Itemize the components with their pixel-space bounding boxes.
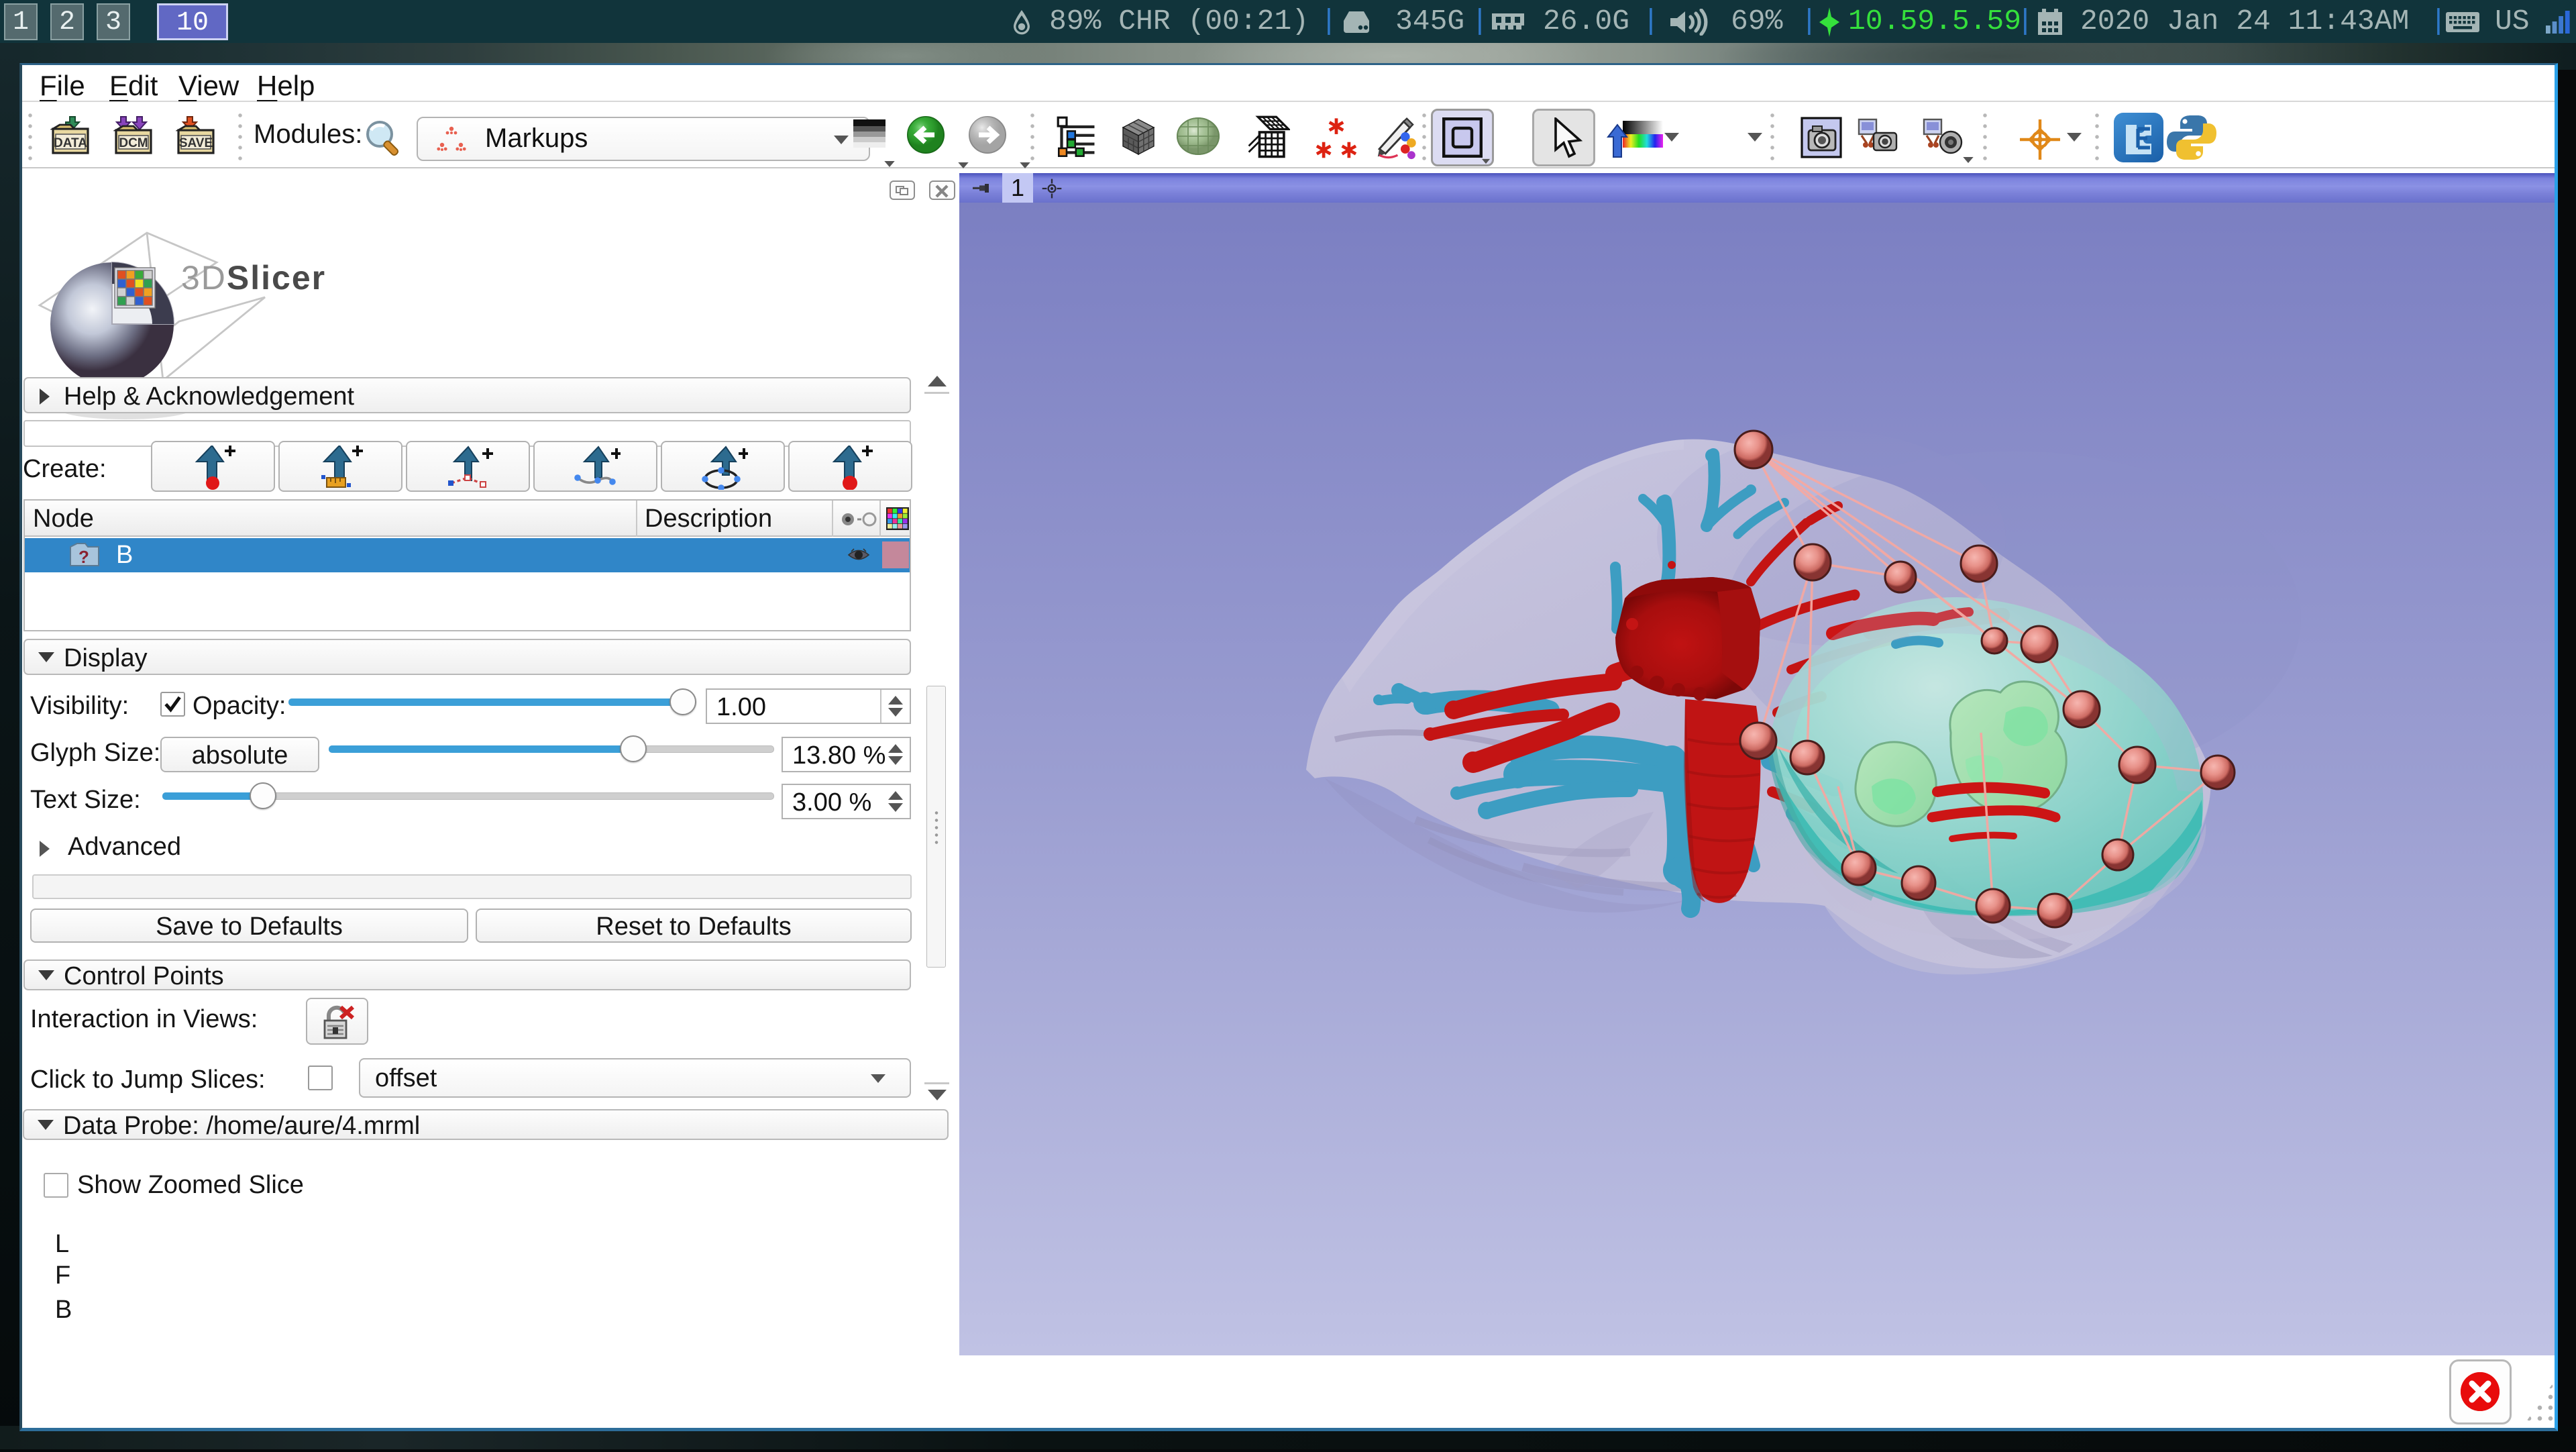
svg-text:?: ? — [78, 547, 89, 567]
svg-text:DCM: DCM — [119, 136, 148, 150]
svg-text:SAVE: SAVE — [179, 136, 213, 150]
svg-text:DATA: DATA — [54, 136, 87, 150]
